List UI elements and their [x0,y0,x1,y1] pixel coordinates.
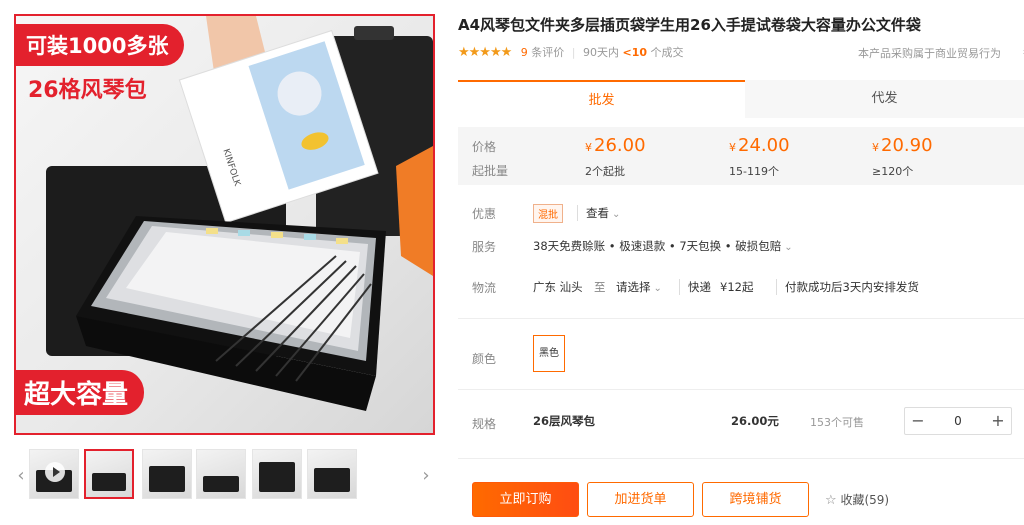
color-option-black[interactable]: 黑色 [533,335,565,372]
service-label: 服务 [472,240,497,254]
buy-now-button[interactable]: 立即订购 [472,482,579,517]
layers-caption: 26格风琴包 [28,78,147,103]
deals-count: <10 [622,46,648,59]
tier-price-3: ¥20.90 [872,135,933,156]
trade-note: 本产品采购属于商业贸易行为举 [858,47,1024,60]
min-qty-label: 起批量 [472,164,509,178]
quantity-stepper: − + [904,407,1012,435]
reviews-label[interactable]: 条评价 [531,46,564,59]
price-tiers: 价格 起批量 ¥26.00 2个起批 ¥24.00 15-119个 ¥20.90… [458,127,1024,185]
spec-label: 规格 [472,417,497,431]
tab-wholesale[interactable]: 批发 [458,80,745,118]
thumbnail-2[interactable] [142,449,192,499]
increase-button[interactable]: + [985,408,1011,434]
spec-price: 26.00元 [731,414,779,428]
destination-select[interactable]: 请选择 ⌄ [616,279,662,295]
thumbnail-3[interactable] [196,449,246,499]
rating-stars-icon: ★★★★★ [458,45,512,60]
deals-suffix: 个成交 [650,46,684,59]
spec-name: 26层风琴包 [533,414,596,428]
quantity-input[interactable] [931,408,985,434]
tier-qty-3: ≥120个 [872,165,914,178]
chevron-down-icon: ⌄ [784,242,793,253]
thumbnail-1[interactable] [84,449,134,499]
add-to-cart-button[interactable]: 加进货单 [587,482,694,517]
thumbnail-video[interactable] [29,449,79,499]
tier-qty-1: 2个起批 [585,165,625,178]
rating-row: ★★★★★ 9 条评价 | 90天内 <10 个成交 本产品采购属于商业贸易行为… [458,44,1024,62]
divider [458,318,1024,319]
cross-border-button[interactable]: 跨境铺货 [702,482,809,517]
promo-label: 优惠 [472,207,497,221]
main-product-image[interactable]: KINFOLK 可装1000多张 26格风琴包 超大容量 [14,14,435,435]
play-icon [45,462,65,482]
thumbnail-5[interactable] [307,449,357,499]
thumbnail-strip: ‹ › [14,449,435,503]
divider [458,458,1024,459]
large-capacity-badge: 超大容量 [16,370,145,415]
shipping-fee: ¥12起 [720,280,754,294]
chevron-down-icon: ⌄ [612,209,621,220]
ship-to-label: 至 [594,280,606,294]
price-label: 价格 [472,140,497,154]
product-title: A4风琴包文件夹多层插页袋学生用26入手提试卷袋大容量办公文件袋 [458,16,921,34]
mixed-batch-tag: 混批 [533,204,563,223]
tab-dropship[interactable]: 代发 [745,80,1024,118]
thumbnail-4[interactable] [252,449,302,499]
favorite-button[interactable]: ☆ 收藏(59) [825,491,889,508]
purchase-mode-tabs: 批发 代发 [458,80,1024,118]
color-label: 颜色 [472,352,497,366]
star-outline-icon: ☆ [825,493,837,508]
decrease-button[interactable]: − [905,408,931,434]
chevron-down-icon: ⌄ [653,283,662,294]
tier-price-1: ¥26.00 [585,135,646,156]
service-guarantees[interactable]: 38天免费赊账 • 极速退款 • 7天包换 • 破损包赔 ⌄ [533,238,793,254]
thumb-next-icon[interactable]: › [419,459,433,493]
ship-origin: 广东 汕头 [533,280,583,294]
shipping-time: 付款成功后3天内安排发货 [776,279,919,295]
logistics-label: 物流 [472,281,497,295]
tier-price-2: ¥24.00 [729,135,790,156]
deals-prefix: 90天内 [583,46,619,59]
promo-view-link[interactable]: 查看 ⌄ [577,205,620,221]
capacity-badge: 可装1000多张 [16,24,185,66]
spec-stock: 153个可售 [810,416,864,429]
reviews-count[interactable]: 9 [521,46,528,59]
express-label: 快递 [679,279,711,295]
thumb-prev-icon[interactable]: ‹ [14,459,28,493]
tier-qty-2: 15-119个 [729,165,779,178]
divider [458,389,1024,390]
